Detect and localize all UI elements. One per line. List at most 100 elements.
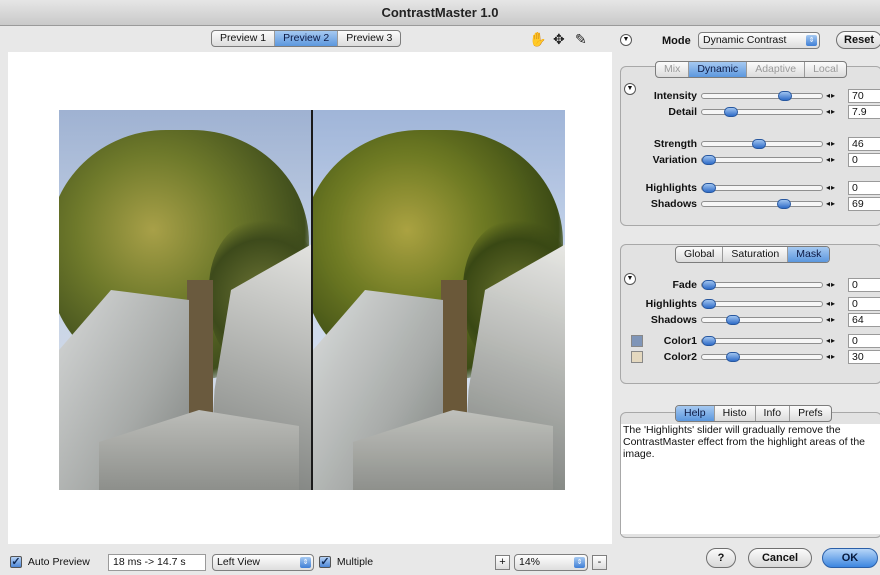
slider-track[interactable] — [701, 336, 823, 346]
slider-label: Fade — [672, 279, 697, 291]
slider-track[interactable] — [701, 107, 823, 117]
slider-thumb[interactable] — [702, 336, 716, 346]
dynamic-row-shadows: Shadows ◂▸ 69 — [621, 197, 880, 211]
auto-preview-checkbox[interactable]: ✓ Auto Preview — [10, 553, 90, 571]
tab-preview-2[interactable]: Preview 2 — [275, 31, 339, 46]
slider-value-field[interactable]: 0 — [848, 278, 880, 292]
dynamic-row-highlights: Highlights ◂▸ 0 — [621, 181, 880, 195]
slider-thumb[interactable] — [702, 155, 716, 165]
slider-thumb[interactable] — [752, 139, 766, 149]
eyedropper-icon[interactable]: ✎ — [575, 30, 587, 48]
ok-button[interactable]: OK — [822, 548, 878, 568]
preview-canvas[interactable] — [8, 52, 612, 544]
stepper-arrows-icon[interactable]: ◂▸ — [826, 336, 836, 346]
slider-thumb[interactable] — [726, 352, 740, 362]
slider-value-field[interactable]: 7.9 — [848, 105, 880, 119]
slider-thumb[interactable] — [726, 315, 740, 325]
slider-thumb[interactable] — [777, 199, 791, 209]
slider-track[interactable] — [701, 315, 823, 325]
color-swatch[interactable] — [631, 335, 643, 347]
slider-value-field[interactable]: 64 — [848, 313, 880, 327]
stepper-arrows-icon[interactable]: ◂▸ — [826, 199, 836, 209]
slider-value-field[interactable]: 69 — [848, 197, 880, 211]
slider-track[interactable] — [701, 199, 823, 209]
tab-preview-1[interactable]: Preview 1 — [212, 31, 276, 46]
slider-value-field[interactable]: 0 — [848, 181, 880, 195]
zoom-out-button[interactable]: - — [592, 555, 607, 570]
stepper-arrows-icon[interactable]: ◂▸ — [826, 299, 836, 309]
slider-value-field[interactable]: 70 — [848, 89, 880, 103]
slider-thumb[interactable] — [778, 91, 792, 101]
slider-label: Detail — [668, 106, 697, 118]
slider-value-field[interactable]: 0 — [848, 297, 880, 311]
zoom-select[interactable]: 14% ⇕ — [514, 554, 588, 571]
move-icon[interactable]: ✥ — [553, 30, 565, 48]
tab-help[interactable]: Help — [676, 406, 715, 421]
stepper-arrows-icon[interactable]: ◂▸ — [826, 280, 836, 290]
tab-preview-3[interactable]: Preview 3 — [338, 31, 400, 46]
window-title: ContrastMaster 1.0 — [0, 0, 880, 26]
tab-info[interactable]: Info — [756, 406, 791, 421]
tab-prefs[interactable]: Prefs — [790, 406, 831, 421]
tab-global[interactable]: Global — [676, 247, 724, 262]
dynamic-row-variation: Variation ◂▸ 0 — [621, 153, 880, 167]
slider-thumb[interactable] — [702, 280, 716, 290]
tab-mix[interactable]: Mix — [656, 62, 690, 77]
stepper-arrows-icon[interactable]: ◂▸ — [826, 139, 836, 149]
slider-value-field[interactable]: 30 — [848, 350, 880, 364]
cancel-button[interactable]: Cancel — [748, 548, 812, 568]
preview-image-before — [59, 110, 311, 490]
slider-track[interactable] — [701, 155, 823, 165]
slider-track[interactable] — [701, 299, 823, 309]
multiple-checkbox[interactable]: ✓ Multiple — [319, 553, 373, 571]
slider-track[interactable] — [701, 280, 823, 290]
view-select[interactable]: Left View ⇕ — [212, 554, 314, 571]
tab-saturation[interactable]: Saturation — [723, 247, 789, 262]
tab-dynamic[interactable]: Dynamic — [689, 62, 748, 77]
tab-adaptive[interactable]: Adaptive — [747, 62, 806, 77]
stepper-arrows-icon[interactable]: ◂▸ — [826, 183, 836, 193]
slider-label: Variation — [652, 154, 697, 166]
mask-row-color2: Color2 ◂▸ 30 — [621, 350, 880, 364]
slider-track[interactable] — [701, 91, 823, 101]
slider-label: Strength — [653, 138, 697, 150]
hand-icon[interactable]: ✋ — [529, 30, 546, 48]
stepper-arrows-icon[interactable]: ◂▸ — [826, 352, 836, 362]
dynamic-row-detail: Detail ◂▸ 7.9 — [621, 105, 880, 119]
tab-histo[interactable]: Histo — [715, 406, 756, 421]
slider-label: Shadows — [650, 198, 697, 210]
mode-disclosure-icon[interactable]: ▼ — [620, 34, 632, 46]
help-text: The 'Highlights' slider will gradually r… — [620, 424, 880, 534]
slider-track[interactable] — [701, 352, 823, 362]
mask-row-fade: Fade ◂▸ 0 — [621, 278, 880, 292]
preview-tabs: Preview 1 Preview 2 Preview 3 — [211, 30, 402, 47]
slider-track[interactable] — [701, 183, 823, 193]
stepper-arrows-icon[interactable]: ◂▸ — [826, 91, 836, 101]
slider-value-field[interactable]: 0 — [848, 334, 880, 348]
slider-track[interactable] — [701, 139, 823, 149]
slider-value-field[interactable]: 0 — [848, 153, 880, 167]
mode-label: Mode — [662, 35, 691, 47]
dynamic-row-intensity: Intensity ◂▸ 70 — [621, 89, 880, 103]
checkbox-icon: ✓ — [10, 556, 22, 569]
help-button[interactable]: ? — [706, 548, 736, 568]
timing-readout: 18 ms -> 14.7 s — [108, 554, 206, 571]
stepper-arrows-icon[interactable]: ◂▸ — [826, 107, 836, 117]
stepper-arrows-icon[interactable]: ◂▸ — [826, 155, 836, 165]
tab-mask[interactable]: Mask — [788, 247, 830, 262]
mask-panel: Global Saturation Mask ▼ Fade ◂▸ 0 Highligh… — [620, 244, 880, 384]
stepper-arrows-icon[interactable]: ◂▸ — [826, 315, 836, 325]
zoom-in-button[interactable]: + — [495, 555, 510, 570]
slider-thumb[interactable] — [702, 183, 716, 193]
reset-button[interactable]: Reset — [836, 31, 880, 49]
mask-row-color1: Color1 ◂▸ 0 — [621, 334, 880, 348]
tab-local[interactable]: Local — [805, 62, 846, 77]
color-swatch[interactable] — [631, 351, 643, 363]
slider-label: Intensity — [653, 90, 697, 102]
slider-thumb[interactable] — [724, 107, 738, 117]
dynamic-row-strength: Strength ◂▸ 46 — [621, 137, 880, 151]
mode-select[interactable]: Dynamic Contrast ⇕ — [698, 32, 820, 49]
info-tabs: Help Histo Info Prefs — [675, 405, 832, 422]
slider-value-field[interactable]: 46 — [848, 137, 880, 151]
slider-thumb[interactable] — [702, 299, 716, 309]
